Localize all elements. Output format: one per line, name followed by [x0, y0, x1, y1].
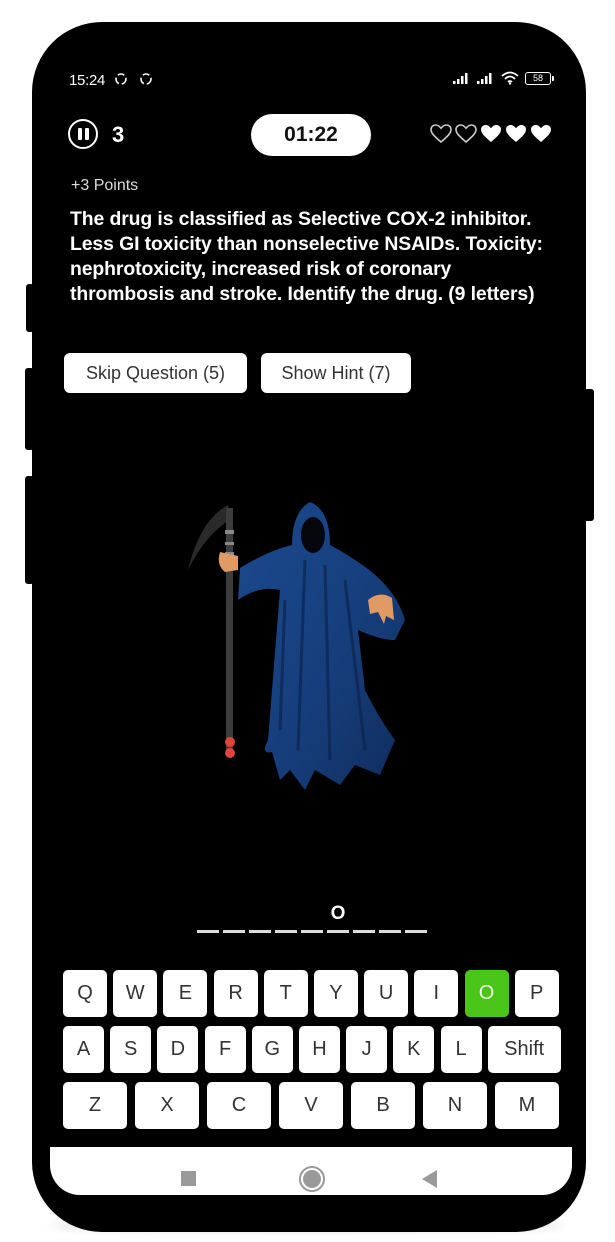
key-e[interactable]: E	[163, 970, 208, 1017]
key-d[interactable]: D	[157, 1026, 199, 1073]
key-b[interactable]: B	[351, 1082, 415, 1129]
status-time: 15:24	[69, 72, 106, 89]
key-g[interactable]: G	[251, 1026, 293, 1073]
key-i[interactable]: I	[414, 970, 459, 1017]
back-button[interactable]	[422, 1170, 437, 1188]
key-u[interactable]: U	[364, 970, 409, 1017]
recents-button[interactable]	[181, 1171, 196, 1186]
signal-icon	[477, 73, 492, 84]
pause-icon-bar	[84, 128, 89, 140]
grim-reaper-image	[188, 502, 405, 790]
answer-underline	[249, 930, 271, 933]
heart-empty-icon	[455, 124, 477, 144]
key-y[interactable]: Y	[313, 970, 358, 1017]
countdown-timer: 01:22	[251, 114, 371, 156]
answer-underline	[275, 930, 297, 933]
reaper-hand	[218, 552, 238, 572]
sync-icon	[115, 73, 127, 85]
key-j[interactable]: J	[346, 1026, 388, 1073]
lives-indicator	[430, 124, 552, 144]
home-button[interactable]	[299, 1166, 325, 1192]
answer-slot	[301, 900, 323, 940]
answer-slot	[405, 900, 427, 940]
answer-underline	[197, 930, 219, 933]
answer-slot	[223, 900, 245, 940]
sync-icon	[140, 73, 152, 85]
wifi-icon	[501, 71, 519, 85]
show-hint-button[interactable]: Show Hint (7)	[261, 353, 411, 393]
pause-button[interactable]	[68, 119, 98, 149]
key-t[interactable]: T	[263, 970, 308, 1017]
answer-underline	[353, 930, 375, 933]
heart-empty-icon	[430, 124, 452, 144]
answer-letter: O	[330, 903, 346, 924]
status-bar: 15:24 58	[69, 70, 554, 92]
key-f[interactable]: F	[204, 1026, 246, 1073]
keyboard-row: A S D F G H J K L Shift	[63, 1026, 561, 1073]
answer-underline	[327, 930, 349, 933]
points-label: +3 Points	[71, 177, 139, 194]
key-shift[interactable]: Shift	[487, 1026, 561, 1073]
question-text: The drug is classified as Selective COX-…	[70, 208, 543, 305]
key-s[interactable]: S	[110, 1026, 152, 1073]
answer-slot	[379, 900, 401, 940]
answer-underline	[223, 930, 245, 933]
key-v[interactable]: V	[279, 1082, 343, 1129]
answer-underline	[379, 930, 401, 933]
key-n[interactable]: N	[423, 1082, 487, 1129]
answer-slots: O	[197, 900, 427, 940]
android-nav-bar	[50, 1147, 572, 1195]
key-x[interactable]: X	[135, 1082, 199, 1129]
key-k[interactable]: K	[393, 1026, 435, 1073]
key-r[interactable]: R	[213, 970, 258, 1017]
level-number: 3	[112, 122, 125, 147]
answer-slot: O	[327, 900, 349, 940]
keyboard-row: ZXCVBNM	[63, 1082, 559, 1129]
pause-icon-bar	[77, 128, 82, 140]
key-l[interactable]: L	[440, 1026, 482, 1073]
signal-icon	[453, 73, 468, 84]
answer-underline	[405, 930, 427, 933]
key-p[interactable]: P	[514, 970, 559, 1017]
heart-full-icon	[481, 125, 501, 142]
heart-full-icon	[531, 125, 551, 142]
key-c[interactable]: C	[207, 1082, 271, 1129]
answer-slot	[353, 900, 375, 940]
key-w[interactable]: W	[113, 970, 158, 1017]
key-o[interactable]: O	[464, 970, 509, 1017]
battery-level: 58	[532, 73, 543, 83]
key-a[interactable]: A	[63, 1026, 104, 1073]
answer-slot	[275, 900, 297, 940]
keyboard-row: QWERTYUIOP	[63, 970, 559, 1017]
answer-slot	[197, 900, 219, 940]
heart-full-icon	[506, 125, 526, 142]
key-q[interactable]: Q	[63, 970, 107, 1017]
status-icons: 58	[453, 71, 554, 85]
answer-slot	[249, 900, 271, 940]
answer-underline	[301, 930, 323, 933]
home-icon	[303, 1170, 321, 1188]
key-h[interactable]: H	[298, 1026, 340, 1073]
key-z[interactable]: Z	[63, 1082, 127, 1129]
key-m[interactable]: M	[495, 1082, 559, 1129]
skip-question-button[interactable]: Skip Question (5)	[64, 353, 247, 393]
game-top-bar: 3 01:22	[68, 114, 552, 158]
battery-icon: 58	[525, 71, 554, 85]
